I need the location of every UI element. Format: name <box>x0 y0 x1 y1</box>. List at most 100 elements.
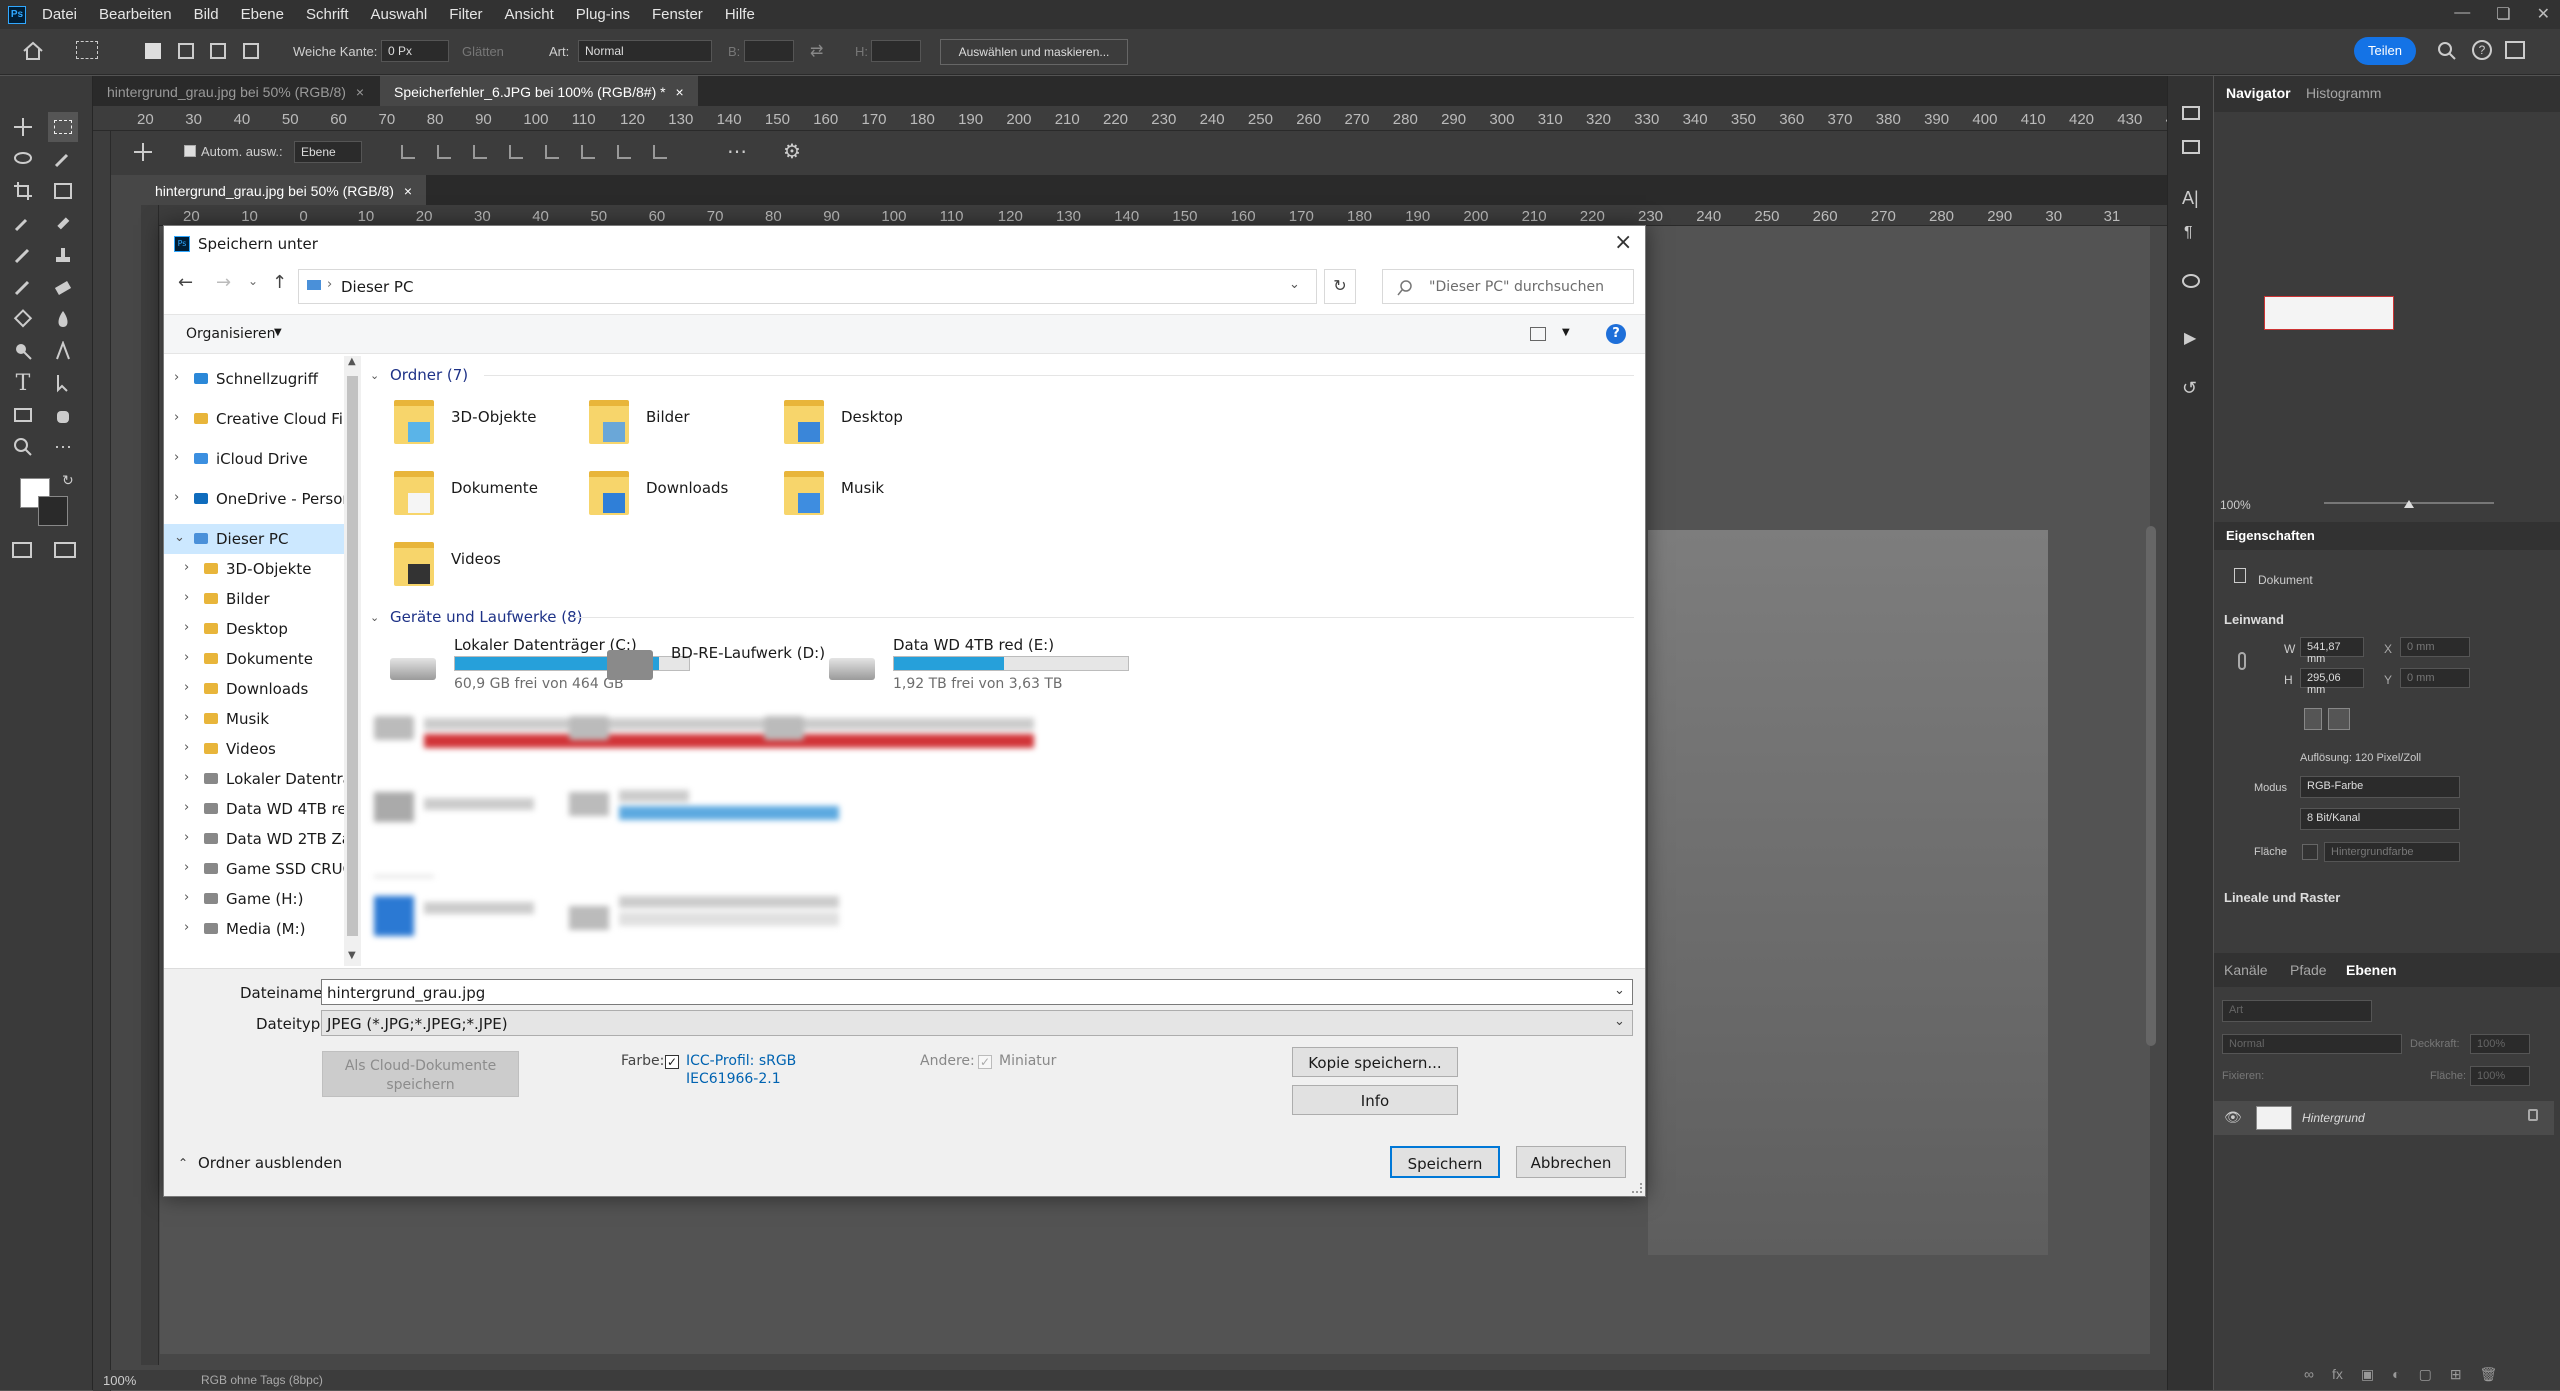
marquee-preset-icon[interactable] <box>76 41 98 59</box>
quick-mask-icon[interactable] <box>12 542 32 558</box>
thumbnail-checkbox[interactable]: ✓ <box>978 1055 992 1069</box>
folders-header[interactable]: Ordner (7) <box>390 366 468 384</box>
auto-select-select[interactable]: Ebene <box>294 141 362 163</box>
tab-speicherfehler[interactable]: Speicherfehler_6.JPG bei 100% (RGB/8#) *… <box>380 76 698 106</box>
screen-mode-icon[interactable] <box>54 542 76 558</box>
resize-grip-icon[interactable] <box>1632 1183 1642 1193</box>
collapse-folders-icon[interactable]: ⌄ <box>370 369 379 382</box>
trash-icon[interactable]: 🗑 <box>2480 1366 2498 1383</box>
nav-item[interactable]: › Lokaler Datenträger (C:) <box>164 764 344 794</box>
close-dialog-icon[interactable]: × <box>1614 230 1632 255</box>
view-options-icon[interactable] <box>1530 327 1546 341</box>
frame-tool-icon[interactable] <box>48 176 78 206</box>
save-button[interactable]: Speichern <box>1390 1146 1500 1178</box>
w-input[interactable]: 541,87 mm <box>2300 637 2364 665</box>
brush-tool-icon[interactable] <box>8 240 38 270</box>
chevron-right-icon[interactable]: › <box>184 770 189 785</box>
menu-datei[interactable]: Datei <box>42 6 77 23</box>
select-mask-button[interactable]: Auswählen und maskieren... <box>940 39 1128 65</box>
close-window-icon[interactable]: ✕ <box>2537 4 2550 24</box>
nav-item[interactable]: › Creative Cloud Files <box>164 404 344 434</box>
navigation-pane[interactable]: › Schnellzugriff › Creative Cloud Files › iCl… <box>164 356 344 966</box>
nav-item[interactable]: › iCloud Drive <box>164 444 344 474</box>
menu-plugins[interactable]: Plug-ins <box>576 6 630 23</box>
tab-hintergrund[interactable]: hintergrund_grau.jpg bei 50% (RGB/8) × <box>93 76 378 106</box>
chevron-right-icon[interactable]: › <box>184 890 189 905</box>
eye-icon[interactable]: 👁 <box>2224 1109 2242 1126</box>
status-zoom[interactable]: 100% <box>103 1373 136 1388</box>
hide-folders-icon[interactable]: ⌃ <box>178 1156 188 1170</box>
dodge-tool-icon[interactable] <box>8 336 38 366</box>
nav-item[interactable]: › Musik <box>164 704 344 734</box>
swap-colors-icon[interactable]: ↻ <box>62 472 74 489</box>
menu-bild[interactable]: Bild <box>194 6 219 23</box>
tab-properties[interactable]: Eigenschaften <box>2226 528 2315 543</box>
tab-paths[interactable]: Pfade <box>2290 962 2327 978</box>
close-tab-icon[interactable]: × <box>675 84 683 100</box>
layer-name[interactable]: Hintergrund <box>2302 1111 2365 1125</box>
close-tab-icon[interactable]: × <box>404 183 412 199</box>
history-brush-tool-icon[interactable] <box>8 272 38 302</box>
chevron-down-icon[interactable]: ⌄ <box>174 530 185 545</box>
filetype-select[interactable]: JPEG (*.JPG;*.JPEG;*.JPE) ⌄ <box>321 1010 1633 1036</box>
new-selection-icon[interactable] <box>145 43 161 59</box>
icc-profile-label[interactable]: ICC-Profil: sRGB IEC61966-2.1 <box>686 1052 806 1088</box>
move-tool-icon[interactable] <box>8 112 38 142</box>
menu-fenster[interactable]: Fenster <box>652 6 703 23</box>
recent-chevron-icon[interactable]: ⌄ <box>248 274 258 288</box>
add-selection-icon[interactable] <box>178 43 194 59</box>
lasso-tool-icon[interactable] <box>8 144 38 174</box>
search-box[interactable]: "Dieser PC" durchsuchen <box>1382 269 1634 304</box>
stamp-tool-icon[interactable] <box>48 240 78 270</box>
nav-item[interactable]: › Schnellzugriff <box>164 364 344 394</box>
swap-icon[interactable]: ⇄ <box>810 41 823 61</box>
link-layers-icon[interactable]: ∞ <box>2304 1366 2314 1383</box>
navigator-thumbnail[interactable] <box>2264 296 2394 330</box>
fill-select[interactable]: Hintergrundfarbe <box>2324 842 2460 862</box>
help-icon[interactable]: ? <box>2472 40 2492 60</box>
3d-icon[interactable] <box>2182 274 2200 288</box>
layer-filter-select[interactable]: Art <box>2222 1000 2372 1022</box>
address-text[interactable]: Dieser PC <box>341 278 413 296</box>
nav-item[interactable]: › Downloads <box>164 674 344 704</box>
search-icon[interactable] <box>2437 41 2457 61</box>
layers-footer-icons[interactable]: ∞ fx ▣ ◐ ▢ ⊞ 🗑 <box>2304 1366 2497 1383</box>
depth-select[interactable]: 8 Bit/Kanal <box>2300 808 2460 830</box>
h-input[interactable]: 295,06 mm <box>2300 668 2364 696</box>
chevron-right-icon[interactable]: › <box>184 860 189 875</box>
portrait-icon[interactable] <box>2304 708 2322 730</box>
type-tool-icon[interactable]: T <box>8 368 38 398</box>
slider-thumb[interactable] <box>2404 500 2414 508</box>
fill-swatch[interactable] <box>2302 844 2318 860</box>
more-options-icon[interactable]: ⋯ <box>727 139 747 164</box>
filename-dropdown-icon[interactable]: ⌄ <box>1614 983 1625 998</box>
chevron-right-icon[interactable]: › <box>174 450 179 465</box>
nav-item[interactable]: › Desktop <box>164 614 344 644</box>
nav-item[interactable]: ⌄ Dieser PC <box>164 524 344 554</box>
tab-layers[interactable]: Ebenen <box>2346 962 2397 978</box>
rectangle-tool-icon[interactable] <box>8 400 38 430</box>
blur-tool-icon[interactable] <box>48 304 78 334</box>
cancel-button[interactable]: Abbrechen <box>1516 1146 1626 1178</box>
lock-icon[interactable] <box>2528 1109 2538 1121</box>
zoom-tool-icon[interactable] <box>8 432 38 462</box>
filename-input[interactable]: hintergrund_grau.jpg ⌄ <box>321 979 1633 1005</box>
organize-button[interactable]: Organisieren <box>186 326 276 342</box>
chevron-right-icon[interactable]: › <box>174 410 179 425</box>
nav-item[interactable]: › Game SSD CRUCIAL <box>164 854 344 884</box>
nav-item[interactable]: › 3D-Objekte <box>164 554 344 584</box>
soft-edge-input[interactable]: 0 Px <box>381 40 449 62</box>
chevron-right-icon[interactable]: › <box>184 710 189 725</box>
menu-auswahl[interactable]: Auswahl <box>371 6 428 23</box>
menu-hilfe[interactable]: Hilfe <box>725 6 755 23</box>
opacity-input[interactable]: 100% <box>2470 1034 2530 1054</box>
nav-scroll-thumb[interactable] <box>347 376 358 936</box>
new-layer-icon[interactable]: ⊞ <box>2450 1366 2462 1383</box>
chevron-right-icon[interactable]: › <box>174 370 179 385</box>
fill-tool-icon[interactable] <box>8 304 38 334</box>
play-icon[interactable]: ▶ <box>2184 328 2196 348</box>
workspace-icon[interactable] <box>2505 41 2525 59</box>
fill2-input[interactable]: 100% <box>2470 1066 2530 1086</box>
chevron-right-icon[interactable]: › <box>184 650 189 665</box>
menu-bearbeiten[interactable]: Bearbeiten <box>99 6 172 23</box>
